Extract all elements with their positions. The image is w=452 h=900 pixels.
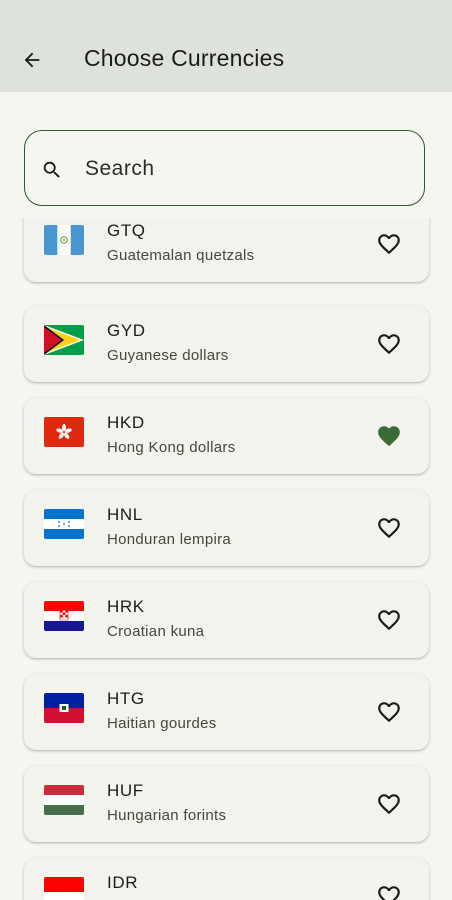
list-item[interactable]: GYD Guyanese dollars [24,306,429,382]
favorite-button[interactable] [375,606,403,634]
currency-name: Croatian kuna [107,623,205,640]
heart-outline-icon [378,234,400,255]
flag-guyana-icon [44,325,84,355]
page-title: Choose Currencies [84,45,285,71]
currency-code: HKD [107,413,145,432]
heart-outline-icon [378,334,400,355]
list-item[interactable]: IDR [24,858,429,900]
flag-croatia-icon [44,601,84,631]
currency-name: Hungarian forints [107,807,227,824]
favorite-button[interactable] [375,514,403,542]
list-item[interactable]: HRK Croatian kuna [24,582,429,658]
list-item[interactable]: HUF Hungarian forints [24,766,429,842]
heart-outline-icon [378,610,400,631]
currency-code: IDR [107,873,139,892]
favorite-button[interactable] [375,698,403,726]
list-item[interactable]: HKD Hong Kong dollars [24,398,429,474]
currency-list[interactable]: GTQ Guatemalan quetzals GYD Guyanese dol… [0,218,452,900]
currency-code: HTG [107,689,145,708]
flag-indonesia-icon [44,877,84,900]
flag-guatemala-icon [44,225,84,255]
favorite-button[interactable] [375,790,403,818]
currency-name: Honduran lempira [107,531,232,548]
currency-code: GTQ [107,221,146,240]
flag-hungary-icon [44,785,84,815]
heart-outline-icon [378,886,400,900]
currency-name: Hong Kong dollars [107,439,236,456]
heart-outline-icon [378,518,400,539]
list-item[interactable]: HNL Honduran lempira [24,490,429,566]
search-icon [43,161,60,178]
app-bar: Choose Currencies [0,0,452,92]
back-button[interactable] [14,42,50,78]
currency-code: HNL [107,505,143,524]
search-input[interactable] [83,149,407,189]
heart-outline-icon [378,794,400,815]
favorite-button[interactable] [375,230,403,258]
arrow-back-icon [24,52,40,68]
currency-code: GYD [107,321,146,340]
currency-code: HRK [107,597,145,616]
favorite-button[interactable] [375,422,403,450]
flag-honduras-icon [44,509,84,539]
currency-name: Guyanese dollars [107,347,229,364]
currency-code: HUF [107,781,144,800]
currency-name: Guatemalan quetzals [107,247,255,264]
heart-filled-icon [378,426,400,447]
flag-haiti-icon [44,693,84,723]
currency-name: Haitian gourdes [107,715,217,732]
favorite-button[interactable] [375,882,403,900]
favorite-button[interactable] [375,330,403,358]
flag-hong-kong-icon [44,417,84,447]
search-field[interactable] [24,130,425,206]
list-item[interactable]: HTG Haitian gourdes [24,674,429,750]
list-item[interactable]: GTQ Guatemalan quetzals [24,218,429,282]
heart-outline-icon [378,702,400,723]
